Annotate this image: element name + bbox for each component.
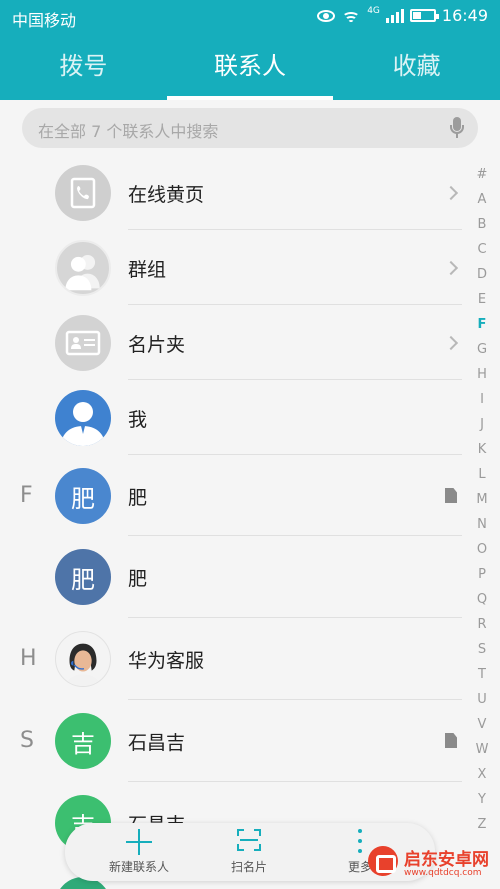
search-input[interactable]: 在全部 7 个联系人中搜索 bbox=[38, 118, 218, 142]
index-letter[interactable]: W bbox=[470, 737, 494, 762]
search-bar[interactable]: 在全部 7 个联系人中搜索 bbox=[22, 108, 478, 148]
contact-row[interactable]: F 肥 肥 bbox=[0, 468, 465, 524]
index-letter[interactable]: # bbox=[470, 162, 494, 187]
index-letter[interactable]: Z bbox=[470, 812, 494, 837]
index-letter[interactable]: Q bbox=[470, 587, 494, 612]
chevron-right-icon bbox=[443, 260, 459, 276]
sim-card-icon bbox=[445, 488, 457, 503]
section-letter: F bbox=[20, 483, 33, 508]
contact-row[interactable]: H 华为客服 bbox=[0, 631, 465, 687]
tab-favorites[interactable]: 收藏 bbox=[333, 40, 500, 100]
network-type: 4G bbox=[367, 5, 380, 16]
contact-name: 华为客服 bbox=[128, 650, 205, 672]
contact-name: 肥 bbox=[128, 568, 148, 590]
clock: 16:49 bbox=[441, 6, 488, 25]
index-letter[interactable]: C bbox=[470, 237, 494, 262]
microphone-icon[interactable] bbox=[450, 117, 464, 139]
list-item-label: 名片夹 bbox=[128, 334, 186, 356]
tab-bar: 拨号 联系人 收藏 bbox=[0, 40, 500, 100]
person-silhouette-icon bbox=[55, 390, 111, 446]
business-card-icon bbox=[55, 315, 111, 371]
new-contact-label: 新建联系人 bbox=[108, 860, 169, 874]
status-icons: 4G 16:49 bbox=[317, 6, 488, 25]
contact-row[interactable]: 肥 肥 bbox=[0, 549, 465, 605]
index-letter[interactable]: X bbox=[470, 762, 494, 787]
index-letter[interactable]: O bbox=[470, 537, 494, 562]
watermark-url: www.qdtdcq.com bbox=[404, 868, 482, 878]
watermark: 启东安卓网 www.qdtdcq.com bbox=[360, 838, 500, 888]
index-letter[interactable]: I bbox=[470, 387, 494, 412]
app-header: 中国移动 4G 16:49 拨号 联系人 收藏 bbox=[0, 0, 500, 100]
index-letter[interactable]: A bbox=[470, 187, 494, 212]
sim-card-icon bbox=[445, 733, 457, 748]
section-letter: H bbox=[20, 646, 37, 671]
index-letter[interactable]: T bbox=[470, 662, 494, 687]
divider bbox=[128, 229, 462, 230]
index-letter[interactable]: H bbox=[470, 362, 494, 387]
index-letter[interactable]: V bbox=[470, 712, 494, 737]
carrier-name: 中国移动 bbox=[12, 11, 77, 30]
signal-icon bbox=[385, 8, 404, 23]
contact-name: 石昌吉 bbox=[128, 732, 186, 754]
tab-dialer[interactable]: 拨号 bbox=[0, 40, 167, 100]
index-letter[interactable]: K bbox=[470, 437, 494, 462]
index-letter[interactable]: P bbox=[470, 562, 494, 587]
list-item-label: 我 bbox=[128, 409, 148, 431]
new-contact-button[interactable]: 新建联系人 bbox=[79, 823, 199, 881]
index-letter-active[interactable]: F bbox=[470, 312, 494, 337]
list-item-label: 群组 bbox=[128, 259, 167, 281]
index-letter[interactable]: S bbox=[470, 637, 494, 662]
scan-icon bbox=[237, 829, 261, 851]
index-letter[interactable]: B bbox=[470, 212, 494, 237]
list-item-label: 在线黄页 bbox=[128, 184, 205, 206]
list-item-online-yellow-pages[interactable]: 在线黄页 bbox=[0, 165, 465, 221]
watermark-title: 启东安卓网 bbox=[404, 850, 489, 870]
divider bbox=[128, 781, 462, 782]
tab-contacts[interactable]: 联系人 bbox=[166, 40, 334, 100]
phone-book-icon bbox=[55, 165, 111, 221]
contact-avatar: 肥 bbox=[55, 468, 111, 524]
index-letter[interactable]: R bbox=[470, 612, 494, 637]
divider bbox=[128, 454, 462, 455]
divider bbox=[128, 699, 462, 700]
wifi-icon bbox=[341, 8, 361, 24]
contact-name: 肥 bbox=[128, 487, 148, 509]
index-letter[interactable]: M bbox=[470, 487, 494, 512]
status-bar: 中国移动 4G 16:49 bbox=[0, 0, 500, 34]
list-item-me[interactable]: 我 bbox=[0, 390, 465, 446]
contact-avatar: 肥 bbox=[55, 549, 111, 605]
index-letter[interactable]: J bbox=[470, 412, 494, 437]
eye-comfort-icon bbox=[317, 9, 336, 22]
index-letter[interactable]: E bbox=[470, 287, 494, 312]
plus-icon bbox=[126, 829, 152, 855]
divider bbox=[128, 617, 462, 618]
scan-card-label: 扫名片 bbox=[230, 860, 267, 874]
list-item-card-holder[interactable]: 名片夹 bbox=[0, 315, 465, 371]
index-letter[interactable]: L bbox=[470, 462, 494, 487]
watermark-logo-icon bbox=[368, 846, 398, 876]
chevron-right-icon bbox=[443, 335, 459, 351]
scan-card-button[interactable]: 扫名片 bbox=[199, 823, 299, 881]
divider bbox=[128, 535, 462, 536]
index-letter[interactable]: D bbox=[470, 262, 494, 287]
list-item-groups[interactable]: 群组 bbox=[0, 240, 465, 296]
index-letter[interactable]: Y bbox=[470, 787, 494, 812]
battery-icon bbox=[409, 9, 439, 22]
section-letter: S bbox=[20, 728, 34, 753]
contact-avatar: 吉 bbox=[55, 713, 111, 769]
alphabet-index[interactable]: # A B C D E F G H I J K L M N O P Q R S … bbox=[470, 162, 494, 837]
divider bbox=[128, 304, 462, 305]
customer-service-avatar bbox=[55, 631, 111, 687]
index-letter[interactable]: U bbox=[470, 687, 494, 712]
contact-row[interactable]: S 吉 石昌吉 bbox=[0, 713, 465, 769]
index-letter[interactable]: G bbox=[470, 337, 494, 362]
index-letter[interactable]: N bbox=[470, 512, 494, 537]
group-icon bbox=[55, 240, 111, 296]
chevron-right-icon bbox=[443, 185, 459, 201]
divider bbox=[128, 379, 462, 380]
